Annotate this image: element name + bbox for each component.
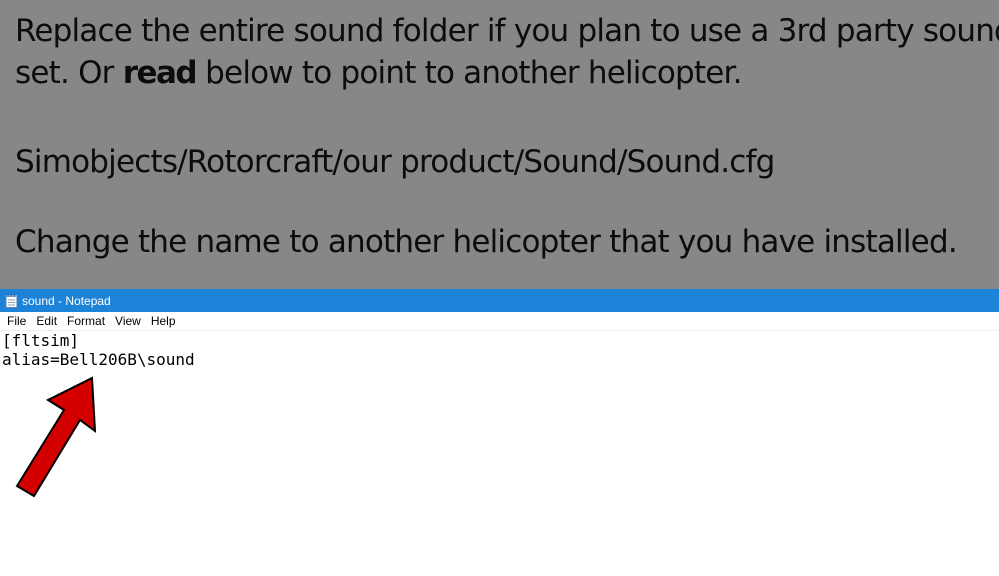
instruction-line-1: Replace the entire sound folder if you p… bbox=[15, 13, 999, 49]
notepad-icon[interactable] bbox=[4, 293, 18, 308]
menu-format[interactable]: Format bbox=[62, 314, 110, 328]
editor-line-1[interactable]: [fltsim] bbox=[2, 331, 999, 350]
menu-view[interactable]: View bbox=[110, 314, 146, 328]
menu-edit[interactable]: Edit bbox=[31, 314, 62, 328]
menu-file[interactable]: File bbox=[2, 314, 31, 328]
instruction-line-2-suffix: below to point to another helicopter. bbox=[196, 55, 742, 91]
config-path: Simobjects/Rotorcraft/our product/Sound/… bbox=[15, 144, 775, 180]
instruction-line-4: Change the name to another helicopter th… bbox=[15, 224, 958, 260]
menu-help[interactable]: Help bbox=[146, 314, 181, 328]
instruction-banner: Replace the entire sound folder if you p… bbox=[0, 0, 999, 289]
notepad-title-bar[interactable]: sound - Notepad bbox=[0, 289, 999, 312]
window-title: sound - Notepad bbox=[22, 293, 111, 308]
editor-line-2[interactable]: alias=Bell206B\sound bbox=[2, 350, 999, 369]
instruction-line-2-prefix: set. Or bbox=[15, 55, 123, 91]
instruction-emphasis: read bbox=[122, 55, 198, 91]
page: Replace the entire sound folder if you p… bbox=[0, 0, 999, 576]
menu-bar: File Edit Format View Help bbox=[0, 312, 999, 331]
red-arrow-icon bbox=[15, 376, 97, 498]
text-editor[interactable]: [fltsim] alias=Bell206B\sound bbox=[0, 331, 999, 576]
instruction-line-2: set. Or read below to point to another h… bbox=[15, 53, 742, 94]
